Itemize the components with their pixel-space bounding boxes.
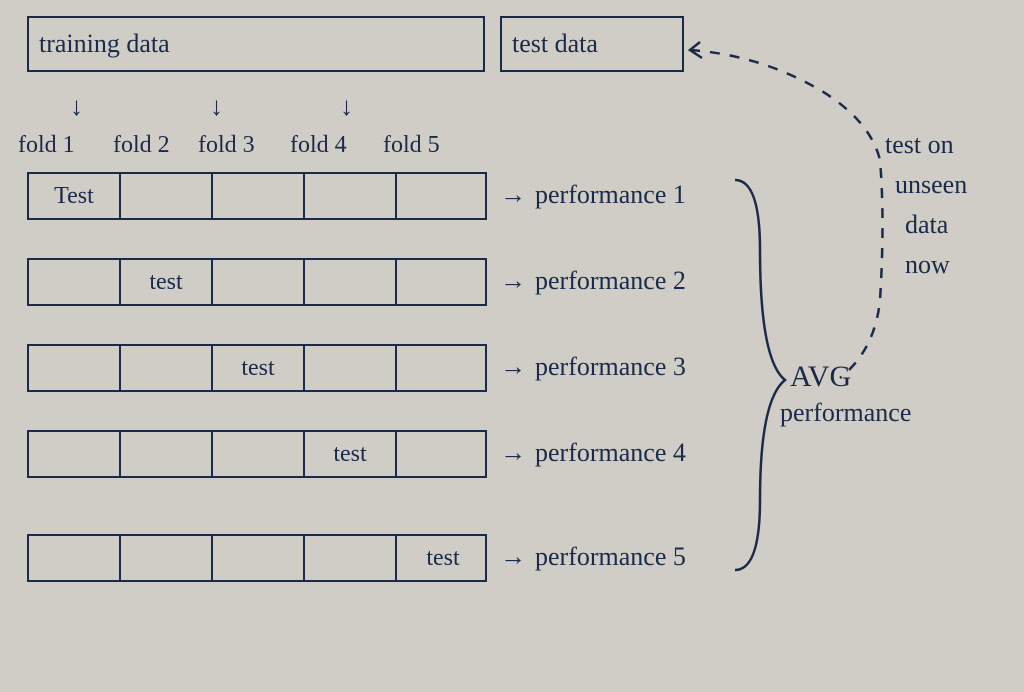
- fold-row2-cell5: [397, 260, 489, 304]
- fold-row3-cell5: [397, 346, 489, 390]
- fold-row5-cell1: [29, 536, 121, 580]
- perf-arrow-3: →: [500, 352, 526, 382]
- side-note-1: test on: [885, 130, 954, 160]
- fold-row5-cell5: test: [397, 536, 489, 580]
- test-data-box: test data: [500, 16, 684, 72]
- test-data-label: test data: [512, 29, 598, 59]
- side-note-3: data: [905, 210, 948, 240]
- fold-row-3: test: [27, 344, 487, 392]
- perf-label-1: performance 1: [535, 180, 686, 210]
- side-note-2: unseen: [895, 170, 967, 200]
- fold-row1-cell4: [305, 174, 397, 218]
- fold-row2-cell4: [305, 260, 397, 304]
- fold-row-4: test: [27, 430, 487, 478]
- fold-row2-cell1: [29, 260, 121, 304]
- down-arrow-1: ↓: [70, 92, 83, 122]
- dashed-arrow-head: [690, 42, 702, 58]
- fold-label-4: fold 4: [290, 132, 347, 159]
- perf-arrow-4: →: [500, 438, 526, 468]
- fold-row4-cell1: [29, 432, 121, 476]
- training-data-label: training data: [39, 29, 170, 59]
- fold-row4-cell4: test: [305, 432, 397, 476]
- fold-row4-cell2: [121, 432, 213, 476]
- fold-label-2: fold 2: [113, 132, 170, 159]
- perf-label-2: performance 2: [535, 266, 686, 296]
- fold-row1-cell2: [121, 174, 213, 218]
- fold-row2-cell3: [213, 260, 305, 304]
- fold-label-5: fold 5: [383, 132, 440, 159]
- fold-row3-cell3: test: [213, 346, 305, 390]
- perf-label-5: performance 5: [535, 542, 686, 572]
- fold-row4-cell5: [397, 432, 489, 476]
- brace-icon: [735, 180, 785, 570]
- side-note-4: now: [905, 250, 950, 280]
- fold-row4-cell3: [213, 432, 305, 476]
- fold-row-1: Test: [27, 172, 487, 220]
- perf-arrow-2: →: [500, 266, 526, 296]
- fold-label-1: fold 1: [18, 132, 75, 159]
- fold-row5-cell2: [121, 536, 213, 580]
- fold-row2-cell2: test: [121, 260, 213, 304]
- fold-label-3: fold 3: [198, 132, 255, 159]
- down-arrow-3: ↓: [340, 92, 353, 122]
- training-data-box: training data: [27, 16, 485, 72]
- perf-arrow-1: →: [500, 180, 526, 210]
- fold-row-2: test: [27, 258, 487, 306]
- perf-arrow-5: →: [500, 542, 526, 572]
- perf-label-3: performance 3: [535, 352, 686, 382]
- fold-row1-cell3: [213, 174, 305, 218]
- dashed-arrow-path: [690, 50, 883, 378]
- fold-row3-cell4: [305, 346, 397, 390]
- avg-label-top: AVG: [790, 360, 851, 394]
- fold-row5-cell3: [213, 536, 305, 580]
- fold-row1-cell1: Test: [29, 174, 121, 218]
- fold-row1-cell5: [397, 174, 489, 218]
- fold-row3-cell2: [121, 346, 213, 390]
- fold-row-5: test: [27, 534, 487, 582]
- avg-label-bottom: performance: [780, 398, 911, 428]
- down-arrow-2: ↓: [210, 92, 223, 122]
- perf-label-4: performance 4: [535, 438, 686, 468]
- fold-row5-cell4: [305, 536, 397, 580]
- fold-row3-cell1: [29, 346, 121, 390]
